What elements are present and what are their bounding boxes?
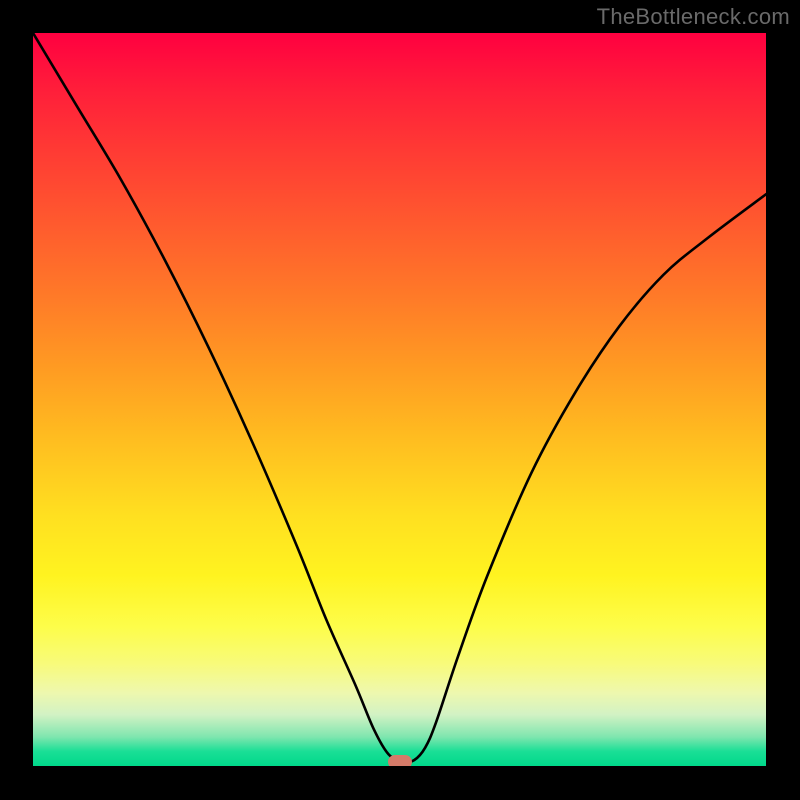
curve-path [33,33,766,762]
chart-frame: TheBottleneck.com [0,0,800,800]
watermark-label: TheBottleneck.com [597,4,790,30]
bottleneck-curve [33,33,766,766]
optimum-marker [388,755,412,766]
plot-area [33,33,766,766]
